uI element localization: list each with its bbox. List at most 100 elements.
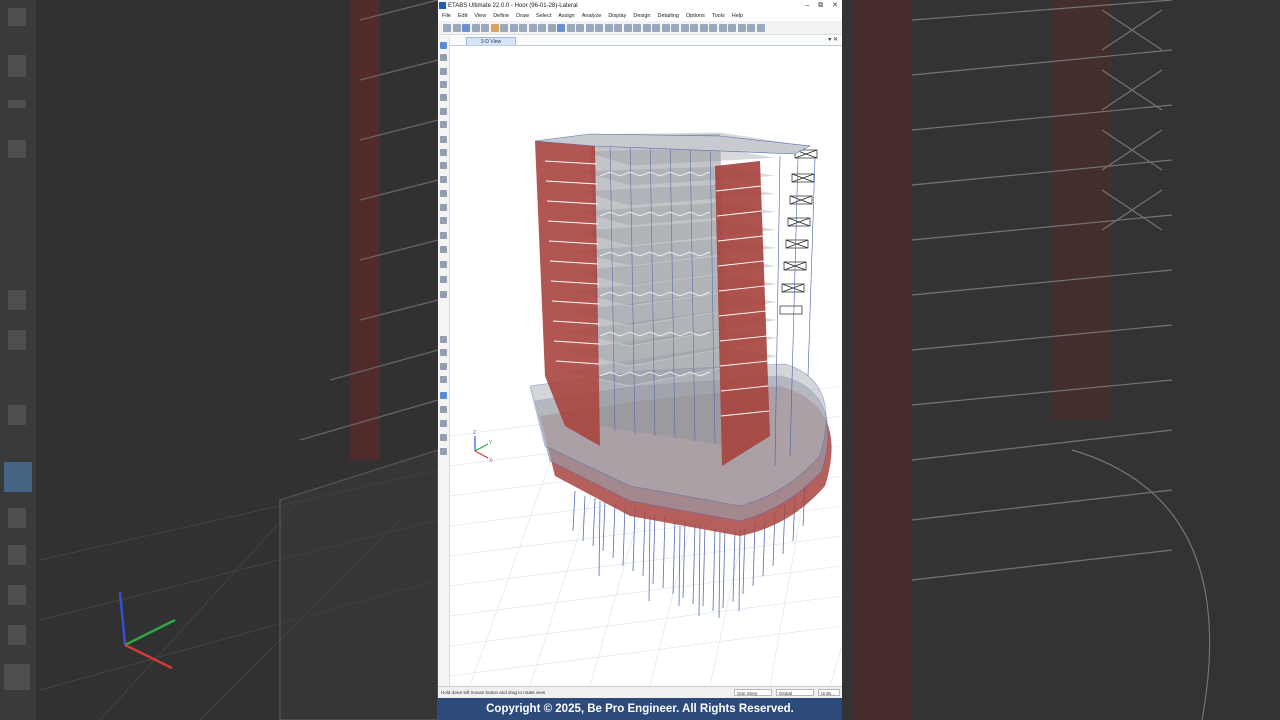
draw-wall-icon[interactable] [747, 23, 755, 32]
select-previous-icon[interactable] [440, 349, 447, 356]
zoom-icon[interactable] [547, 23, 556, 32]
menu-display[interactable]: Display [608, 11, 626, 21]
snap-intersection-icon[interactable] [440, 420, 447, 427]
open-icon[interactable] [452, 23, 461, 32]
main-toolbar [438, 21, 842, 35]
perspective-icon[interactable] [604, 23, 613, 32]
undo-icon[interactable] [471, 23, 480, 32]
new-model-icon[interactable] [443, 23, 451, 32]
plan-view-icon[interactable] [576, 23, 584, 32]
draw-dimension-icon[interactable] [440, 261, 447, 268]
pan-icon[interactable] [557, 23, 565, 32]
draw-rectangle-icon[interactable] [440, 136, 447, 143]
etabs-app-icon [439, 2, 446, 9]
menu-design[interactable]: Design [633, 11, 650, 21]
snap-lines-icon[interactable] [440, 448, 447, 455]
story-selector[interactable]: One Story [734, 689, 772, 696]
draw-floor-icon[interactable] [737, 23, 746, 32]
structural-model-render: Z Y X [450, 131, 842, 686]
draw-wall-tool-icon[interactable] [440, 190, 447, 197]
view-tab-strip: 3-D View ▾ ✕ [450, 36, 842, 46]
draw-column-icon[interactable] [718, 23, 727, 32]
axis-triad [474, 436, 489, 459]
model-3d-viewport[interactable]: Z Y X [450, 46, 842, 686]
window-title: ETABS Ultimate 22.0.0 - Hoor (96-01-28)-… [448, 2, 578, 9]
menu-detailing[interactable]: Detailing [658, 11, 679, 21]
snap-midpoint-icon[interactable] [440, 406, 447, 413]
axis-z-label: Z [473, 430, 476, 436]
grid-icon[interactable] [756, 23, 765, 32]
elevation-view-icon[interactable] [585, 23, 594, 32]
draw-brace-icon[interactable] [728, 23, 736, 32]
view-3d-icon[interactable] [566, 23, 575, 32]
menu-define[interactable]: Define [493, 11, 509, 21]
coordinate-system-selector[interactable]: Global [776, 689, 814, 696]
draw-grid-icon[interactable] [440, 232, 447, 239]
tab-controls[interactable]: ▾ ✕ [828, 36, 838, 45]
braced-frame-bays [779, 149, 818, 315]
copyright-banner: Copyright © 2025, Be Pro Engineer. All R… [438, 698, 842, 720]
set-display-icon[interactable] [642, 23, 651, 32]
maximize-button[interactable]: ⧉ [818, 0, 823, 11]
axis-y-label: Y [489, 440, 493, 446]
lock-icon[interactable] [490, 23, 499, 32]
redo-icon[interactable] [481, 23, 489, 32]
move-up-icon[interactable] [614, 23, 622, 32]
background-blur-right [842, 0, 1280, 720]
minimize-button[interactable]: – [805, 0, 809, 11]
deselect-icon[interactable] [699, 23, 708, 32]
menu-tools[interactable]: Tools [712, 11, 725, 21]
menu-edit[interactable]: Edit [458, 11, 467, 21]
rotate-icon[interactable] [595, 23, 603, 32]
quick-draw-area-icon[interactable] [440, 162, 447, 169]
draw-joint-icon[interactable] [440, 68, 447, 75]
zoom-in-icon[interactable] [519, 23, 527, 32]
draw-brace-tool-icon[interactable] [440, 121, 447, 128]
draw-link-icon[interactable] [440, 217, 447, 224]
quick-draw-column-icon[interactable] [440, 94, 447, 101]
menu-assign[interactable]: Assign [558, 11, 575, 21]
run-analysis-icon[interactable] [500, 23, 508, 32]
draw-area-icon[interactable] [440, 149, 447, 156]
draw-frame-icon[interactable] [440, 81, 447, 88]
select-all-icon[interactable] [440, 336, 447, 343]
measure-icon[interactable] [440, 291, 447, 298]
tab-3d-view[interactable]: 3-D View [466, 37, 516, 45]
draw-wall-stack-icon[interactable] [440, 204, 447, 211]
zoom-out-icon[interactable] [528, 23, 537, 32]
background-blur-left [0, 0, 438, 720]
reshape-icon[interactable] [440, 54, 447, 61]
menu-analyze[interactable]: Analyze [582, 11, 602, 21]
menu-help[interactable]: Help [732, 11, 743, 21]
zoom-fit-icon[interactable] [538, 23, 546, 32]
snap-icon[interactable] [440, 392, 447, 399]
show-undeformed-icon[interactable] [652, 23, 660, 32]
menu-draw[interactable]: Draw [516, 11, 529, 21]
snap-perpendicular-icon[interactable] [440, 434, 447, 441]
select-icon[interactable] [690, 23, 698, 32]
save-icon[interactable] [462, 23, 470, 32]
menu-view[interactable]: View [474, 11, 486, 21]
left-tool-palette [438, 36, 450, 686]
menu-file[interactable]: File [442, 11, 451, 21]
pointer-icon[interactable] [440, 42, 447, 49]
move-down-icon[interactable] [623, 23, 632, 32]
object-shrink-icon[interactable] [633, 23, 641, 32]
draw-opening-icon[interactable] [440, 176, 447, 183]
draw-beam-icon[interactable] [709, 23, 717, 32]
zoom-window-icon[interactable] [509, 23, 518, 32]
display-forces-icon[interactable] [680, 23, 689, 32]
close-button[interactable]: ✕ [832, 0, 838, 11]
display-loads-icon[interactable] [661, 23, 670, 32]
select-intersect-icon[interactable] [440, 376, 447, 383]
quick-draw-beam-icon[interactable] [440, 108, 447, 115]
draw-section-cut-icon[interactable] [440, 246, 447, 253]
menu-options[interactable]: Options [686, 11, 705, 21]
menu-bar: File Edit View Define Draw Select Assign… [438, 11, 842, 21]
axis-x-label: X [489, 458, 493, 464]
display-deformed-icon[interactable] [671, 23, 679, 32]
clear-selection-icon[interactable] [440, 363, 447, 370]
menu-select[interactable]: Select [536, 11, 551, 21]
draw-reference-icon[interactable] [440, 276, 447, 283]
units-button[interactable]: Units... [818, 689, 840, 696]
